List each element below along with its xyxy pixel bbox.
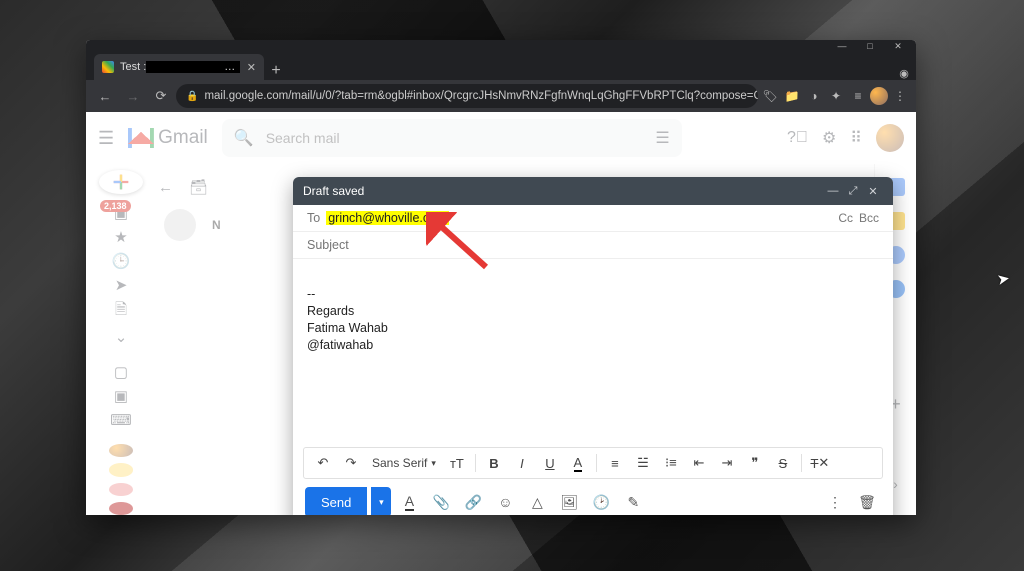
compose-body[interactable]: -- Regards Fatima Wahab @fatiwahab — [293, 259, 893, 447]
numbered-list-icon[interactable]: ☱ — [630, 450, 656, 476]
extensions-puzzle-icon[interactable]: ✦ — [826, 86, 846, 106]
attach-file-icon[interactable]: 📎 — [427, 488, 455, 515]
toolbar-separator — [801, 454, 802, 472]
send-button[interactable]: Send — [305, 487, 367, 515]
send-options-button[interactable]: ▾ — [371, 487, 391, 515]
compose-to-row[interactable]: To grinch@whoville.com Cc Bcc — [293, 205, 893, 232]
tab-strip: Test :████████████ - G ✕ + ◉ — [86, 52, 916, 80]
insert-link-icon[interactable]: 🔗 — [459, 488, 487, 515]
font-family-select[interactable]: Sans Serif ▾ — [366, 450, 442, 476]
new-tab-button[interactable]: + — [264, 62, 288, 80]
insert-emoji-icon[interactable]: ☺ — [491, 488, 519, 515]
extension-icon[interactable]: ◑ — [804, 86, 824, 106]
url-text: mail.google.com/mail/u/0/?tab=rm&ogbl#in… — [204, 90, 758, 102]
compose-actions: Send ▾ A 📎 🔗 ☺ △ 🖼 🕑 ✎ ⋮ 🗑 — [293, 487, 893, 515]
lock-icon: 🔒 — [186, 91, 198, 102]
compose-title: Draft saved — [303, 184, 823, 198]
extension-icon[interactable]: 📁 — [782, 86, 802, 106]
compose-minimize-icon[interactable]: — — [823, 185, 843, 197]
bold-icon[interactable]: B — [481, 450, 507, 476]
compose-close-icon[interactable]: ✕ — [863, 185, 883, 198]
chrome-window: — □ ✕ Test :████████████ - G ✕ + ◉ ← → ⟳… — [86, 40, 916, 515]
italic-icon[interactable]: I — [509, 450, 535, 476]
insert-photo-icon[interactable]: 🖼 — [555, 488, 583, 515]
nav-back-button[interactable]: ← — [92, 83, 118, 109]
discard-draft-icon[interactable]: 🗑 — [853, 488, 881, 515]
align-icon[interactable]: ≡ — [602, 450, 628, 476]
extension-icon[interactable]: 🏷 — [760, 86, 780, 106]
insert-signature-icon[interactable]: ✎ — [619, 488, 647, 515]
underline-icon[interactable]: U — [537, 450, 563, 476]
indent-less-icon[interactable]: ⇤ — [686, 450, 712, 476]
to-label: To — [307, 211, 320, 225]
strikethrough-icon[interactable]: S — [770, 450, 796, 476]
tab-title: Test :████████████ - G — [120, 61, 241, 73]
compose-dialog: Draft saved — ⤢ ✕ To grinch@whoville.com… — [293, 177, 893, 515]
toolbar-separator — [475, 454, 476, 472]
toolbar-separator — [596, 454, 597, 472]
more-options-icon[interactable]: ⋮ — [821, 488, 849, 515]
recipient-chip[interactable]: grinch@whoville.com — [326, 211, 448, 225]
signature-line: @fatiwahab — [307, 337, 879, 354]
font-size-icon[interactable]: тT — [444, 450, 470, 476]
gmail-favicon-icon — [102, 61, 114, 73]
chrome-menu-icon[interactable]: ⋮ — [890, 86, 910, 106]
address-bar: ← → ⟳ 🔒 mail.google.com/mail/u/0/?tab=rm… — [86, 80, 916, 112]
compose-header[interactable]: Draft saved — ⤢ ✕ — [293, 177, 893, 205]
text-color-icon[interactable]: A — [565, 450, 591, 476]
media-control-icon[interactable]: ◉ — [892, 67, 916, 80]
nav-reload-button[interactable]: ⟳ — [148, 83, 174, 109]
extension-icon[interactable]: ≡ — [848, 86, 868, 106]
undo-icon[interactable]: ↶ — [310, 450, 336, 476]
compose-fullscreen-icon[interactable]: ⤢ — [843, 185, 863, 198]
insert-drive-icon[interactable]: △ — [523, 488, 551, 515]
profile-avatar-icon[interactable] — [870, 87, 888, 105]
window-maximize-button[interactable]: □ — [856, 40, 884, 52]
omnibox[interactable]: 🔒 mail.google.com/mail/u/0/?tab=rm&ogbl#… — [176, 84, 758, 108]
signature-separator: -- — [307, 286, 879, 303]
signature-line: Regards — [307, 303, 879, 320]
window-titlebar: — □ ✕ — [86, 40, 916, 52]
window-minimize-button[interactable]: — — [828, 40, 856, 52]
redo-icon[interactable]: ↷ — [338, 450, 364, 476]
indent-more-icon[interactable]: ⇥ — [714, 450, 740, 476]
extension-tray: 🏷 📁 ◑ ✦ ≡ ⋮ — [760, 86, 910, 106]
formatting-toolbar: ↶ ↷ Sans Serif ▾ тT B I U A ≡ ☱ ⁝≡ ⇤ ⇥ ❞… — [303, 447, 883, 479]
tab-close-icon[interactable]: ✕ — [247, 61, 256, 74]
window-close-button[interactable]: ✕ — [884, 40, 912, 52]
compose-subject-row[interactable] — [293, 232, 893, 259]
browser-tab[interactable]: Test :████████████ - G ✕ — [94, 54, 264, 80]
cc-link[interactable]: Cc — [838, 211, 853, 225]
signature-line: Fatima Wahab — [307, 320, 879, 337]
bcc-link[interactable]: Bcc — [859, 211, 879, 225]
remove-formatting-icon[interactable]: T✕ — [807, 450, 833, 476]
text-format-icon[interactable]: A — [395, 488, 423, 515]
subject-input[interactable] — [307, 238, 879, 252]
mouse-cursor-icon: ➤ — [996, 269, 1012, 289]
confidential-mode-icon[interactable]: 🕑 — [587, 488, 615, 515]
bulleted-list-icon[interactable]: ⁝≡ — [658, 450, 684, 476]
quote-icon[interactable]: ❞ — [742, 450, 768, 476]
nav-forward-button[interactable]: → — [120, 83, 146, 109]
